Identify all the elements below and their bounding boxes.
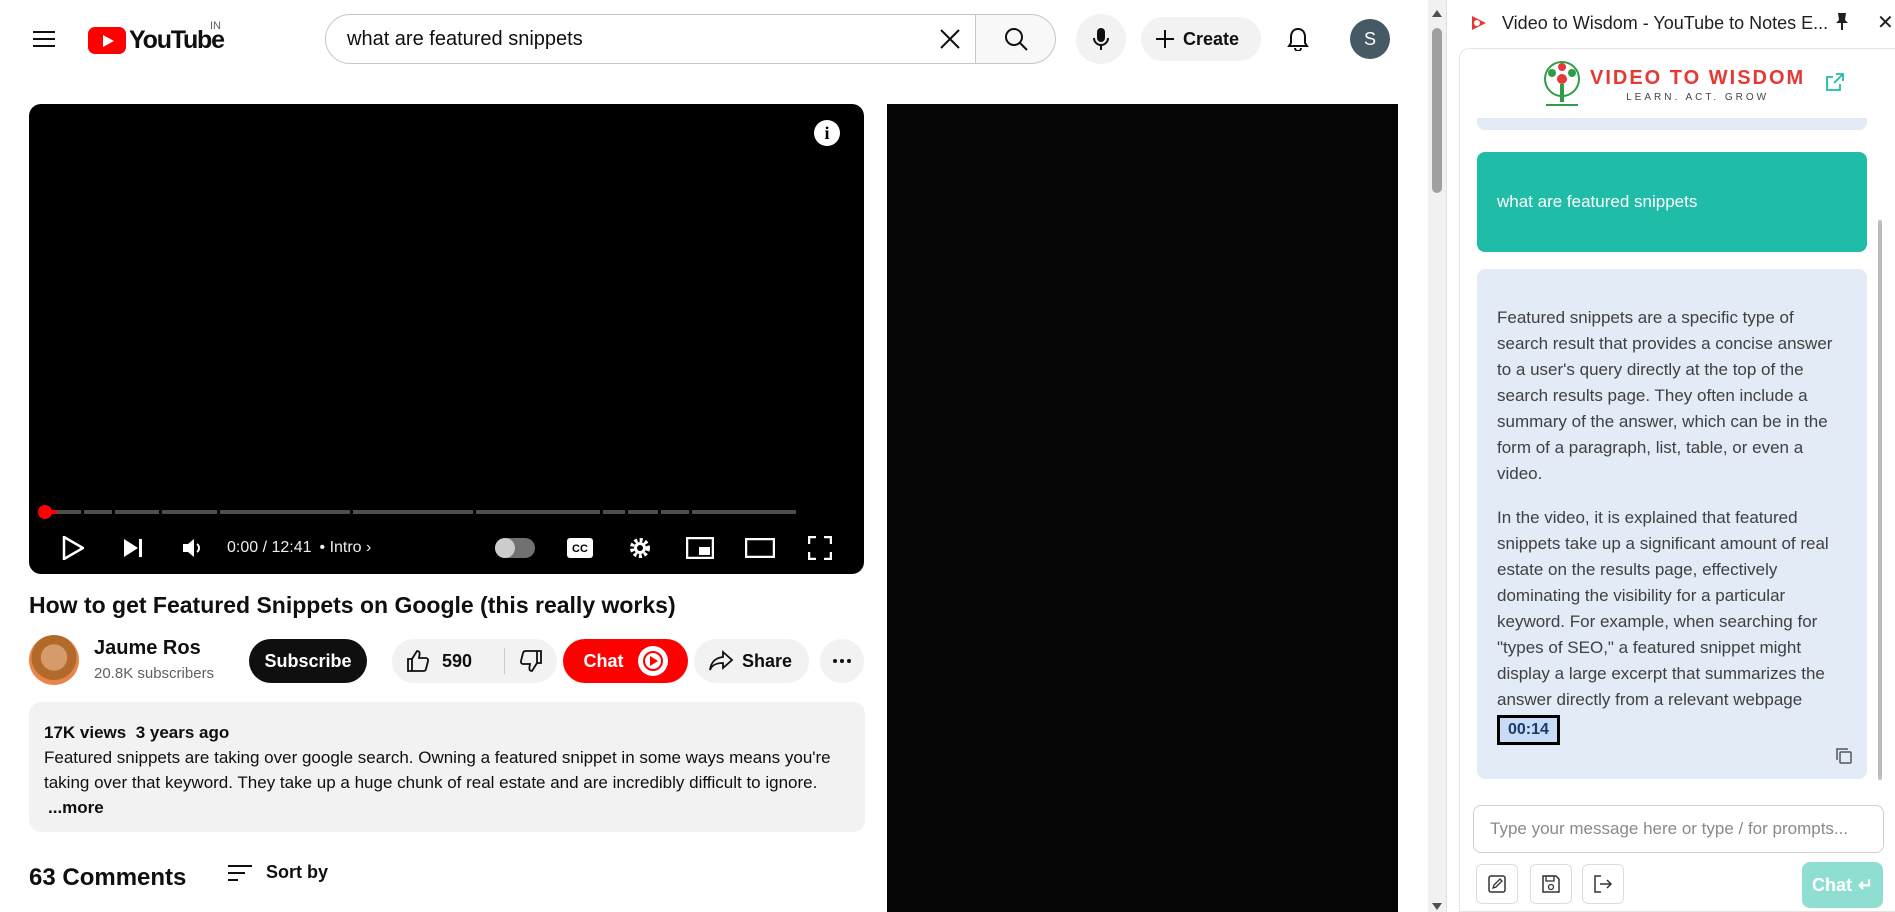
create-button[interactable]: Create bbox=[1141, 17, 1261, 61]
channel-avatar[interactable] bbox=[29, 635, 79, 685]
search-icon bbox=[1004, 28, 1028, 51]
comment-count: 63 Comments bbox=[29, 864, 187, 891]
pin-icon[interactable] bbox=[1835, 12, 1849, 32]
send-label: Chat bbox=[1811, 874, 1852, 895]
previous-message-bubble bbox=[1477, 118, 1867, 130]
chat-scrollbar-thumb[interactable] bbox=[1878, 220, 1882, 780]
plus-icon bbox=[1156, 30, 1174, 48]
like-dislike-group: 590 bbox=[392, 639, 557, 683]
user-message-bubble: what are featured snippets bbox=[1477, 152, 1867, 252]
page-scrollbar-thumb[interactable] bbox=[1432, 28, 1442, 193]
description-more-link[interactable]: ...more bbox=[44, 795, 850, 820]
next-icon[interactable] bbox=[115, 530, 151, 566]
play-icon[interactable] bbox=[55, 530, 91, 566]
channel-name[interactable]: Jaume Ros bbox=[94, 637, 201, 660]
message-input[interactable]: Type your message here or type / for pro… bbox=[1473, 805, 1884, 853]
chapter-label[interactable]: Intro bbox=[330, 539, 362, 556]
svg-text:CC: CC bbox=[572, 543, 588, 555]
theater-mode-icon[interactable] bbox=[740, 530, 780, 566]
view-count: 17K views bbox=[44, 723, 127, 742]
description-text: Featured snippets are taking over google… bbox=[44, 748, 831, 792]
fullscreen-icon[interactable] bbox=[800, 530, 840, 566]
sort-comments-button[interactable]: Sort by bbox=[228, 862, 328, 883]
thumbs-up-icon bbox=[407, 650, 430, 672]
chat-label: Chat bbox=[583, 650, 624, 671]
miniplayer-icon[interactable] bbox=[680, 530, 720, 566]
thumbs-down-icon bbox=[519, 650, 542, 672]
user-message-text: what are featured snippets bbox=[1497, 192, 1698, 211]
search-input[interactable]: what are featured snippets bbox=[326, 28, 925, 51]
edit-square-icon bbox=[1488, 875, 1506, 893]
save-icon bbox=[1542, 875, 1560, 893]
search-button[interactable] bbox=[976, 14, 1056, 64]
subscriber-count: 20.8K subscribers bbox=[94, 665, 215, 682]
upload-age: 3 years ago bbox=[135, 723, 230, 742]
share-label: Share bbox=[742, 650, 793, 671]
subscribe-button[interactable]: Subscribe bbox=[249, 639, 367, 683]
masthead: YouTube IN what are featured snippets Cr… bbox=[0, 0, 1428, 78]
account-avatar[interactable]: S bbox=[1350, 19, 1390, 59]
youtube-play-icon bbox=[88, 27, 126, 54]
new-chat-button[interactable] bbox=[1476, 864, 1518, 904]
create-label: Create bbox=[1183, 28, 1240, 49]
time-text: 0:00 / 12:41 bbox=[227, 539, 312, 556]
extension-chat-button[interactable]: Chat bbox=[563, 639, 688, 683]
volume-icon[interactable] bbox=[175, 530, 211, 566]
settings-gear-icon[interactable] bbox=[620, 530, 660, 566]
logout-arrow-icon bbox=[1594, 875, 1613, 893]
youtube-page: YouTube IN what are featured snippets Cr… bbox=[0, 0, 1428, 912]
progress-bar[interactable] bbox=[43, 510, 851, 514]
captions-icon[interactable]: CC bbox=[560, 530, 600, 566]
country-code: IN bbox=[210, 20, 221, 32]
ai-response-paragraph: In the video, it is explained that featu… bbox=[1497, 508, 1829, 709]
search-box[interactable]: what are featured snippets bbox=[325, 14, 976, 64]
description-meta: 17K views 3 years ago bbox=[44, 720, 850, 745]
notifications-button[interactable] bbox=[1276, 17, 1320, 61]
enter-key-icon: ↵ bbox=[1857, 874, 1874, 895]
youtube-logo[interactable]: YouTube bbox=[88, 26, 225, 55]
close-panel-icon[interactable]: ✕ bbox=[1877, 10, 1894, 35]
like-count: 590 bbox=[442, 650, 473, 671]
send-chat-button[interactable]: Chat ↵ bbox=[1802, 862, 1883, 908]
info-icon[interactable]: i bbox=[814, 120, 840, 146]
save-notes-button[interactable] bbox=[1530, 864, 1572, 904]
scrubber-handle[interactable] bbox=[38, 505, 52, 519]
bell-icon bbox=[1287, 27, 1309, 51]
timestamp-link[interactable]: 00:14 bbox=[1497, 715, 1560, 745]
video-title: How to get Featured Snippets on Google (… bbox=[29, 592, 676, 618]
description-box[interactable]: 17K views 3 years ago Featured snippets … bbox=[29, 702, 865, 832]
voice-search-button[interactable] bbox=[1076, 14, 1126, 64]
video-player[interactable]: i 0:00 / 12:41 • Intro › CC bbox=[29, 104, 864, 574]
extension-side-panel: Video to Wisdom - YouTube to Notes E... … bbox=[1446, 0, 1895, 912]
more-actions-icon[interactable] bbox=[820, 639, 864, 683]
sort-icon bbox=[228, 864, 252, 881]
video-to-wisdom-badge-icon bbox=[637, 646, 668, 676]
secondary-video-area bbox=[887, 104, 1398, 912]
sort-label: Sort by bbox=[266, 862, 329, 882]
ai-response-paragraph: Featured snippets are a specific type of… bbox=[1497, 308, 1833, 483]
scroll-down-arrow-icon[interactable] bbox=[1432, 903, 1442, 910]
extension-window-title: Video to Wisdom - YouTube to Notes E... bbox=[1502, 13, 1829, 33]
hamburger-menu-icon[interactable] bbox=[24, 22, 64, 56]
time-display: 0:00 / 12:41 • Intro › bbox=[227, 539, 372, 556]
chat-history[interactable]: what are featured snippets Featured snip… bbox=[1459, 48, 1876, 788]
clear-search-icon[interactable] bbox=[925, 15, 975, 63]
microphone-icon bbox=[1093, 28, 1109, 50]
like-button[interactable]: 590 bbox=[392, 648, 505, 674]
export-button[interactable] bbox=[1582, 864, 1624, 904]
autoplay-toggle[interactable] bbox=[495, 538, 535, 558]
share-button[interactable]: Share bbox=[694, 639, 809, 683]
scroll-up-arrow-icon[interactable] bbox=[1432, 10, 1442, 17]
copy-icon[interactable] bbox=[1835, 747, 1853, 765]
dislike-button[interactable] bbox=[505, 649, 557, 673]
extension-favicon-icon bbox=[1472, 16, 1486, 30]
share-arrow-icon bbox=[709, 650, 734, 671]
ai-response-bubble: Featured snippets are a specific type of… bbox=[1477, 269, 1867, 779]
